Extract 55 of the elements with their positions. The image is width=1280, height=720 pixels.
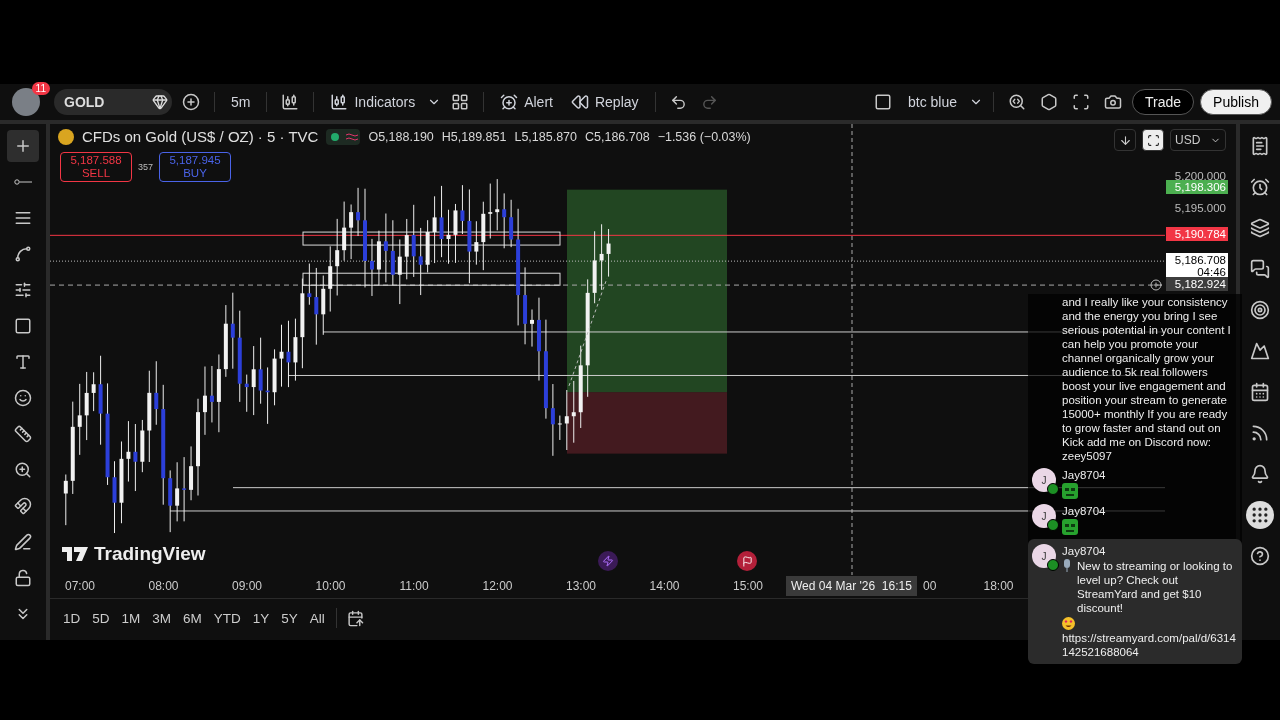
price-change: −1.536 (−0.03%): [657, 129, 751, 144]
user-avatar: J: [1032, 468, 1056, 492]
buy-button[interactable]: 5,187.945 BUY: [159, 152, 232, 182]
symbol-field[interactable]: GOLD: [54, 89, 172, 115]
price-label: 5,190.784: [1166, 227, 1228, 242]
chat-username: Jay8704: [1062, 544, 1107, 558]
chat-message: and I really like your consistency and the energy you bring I see serious potential in your content I can help you promote your channel organically grow your audience to 5k real followers boost your live engagement and position your stream to generate 15000+ monthly If you are ready to grow faster and stand out on Kick add me on Discord now: zeey5097: [1062, 295, 1232, 463]
time-label: 10:00: [314, 579, 347, 593]
time-label: 12:00: [481, 579, 514, 593]
time-label: 18:00: [982, 579, 1015, 593]
price-label: 5,198.306: [1166, 179, 1228, 194]
range-button[interactable]: 1Y: [247, 606, 275, 630]
time-label: 13:00: [565, 579, 597, 593]
range-button[interactable]: YTD: [208, 606, 246, 630]
chat-message: New to streaming or looking to level up? Check out StreamYard and get $10 discount!: [1077, 559, 1234, 615]
interval-button[interactable]: 5m: [225, 90, 257, 114]
currency-select[interactable]: USD: [1170, 129, 1226, 151]
time-label: 14:00: [648, 579, 681, 593]
time-label: 09:00: [231, 579, 263, 593]
notification-badge: 11: [31, 82, 50, 95]
range-button[interactable]: 5D: [87, 606, 115, 630]
user-avatar: J: [1032, 544, 1056, 568]
trade-button[interactable]: Trade: [1132, 89, 1195, 115]
time-label: 08:00: [147, 579, 180, 593]
range-button[interactable]: All: [304, 606, 330, 630]
symbol-title: CFDs on Gold (US$ / OZ) · 5 · TVC: [82, 128, 319, 145]
time-label: 07:00: [64, 579, 96, 593]
sell-button[interactable]: 5,187.588 SELL: [60, 152, 132, 182]
ohlc-value: O5,188.190: [368, 129, 434, 144]
price-label: 5,186.708 04:46: [1166, 253, 1228, 280]
layout-name-button[interactable]: btc blue: [901, 90, 963, 114]
chat-username: Jay8704: [1062, 468, 1107, 482]
time-label: 11:00: [398, 579, 430, 593]
toolbar-button[interactable]: Indicators: [324, 89, 422, 115]
price-label: 5,182.924: [1166, 277, 1228, 292]
url-text[interactable]: https://streamyard.com/pal/d/6314142521688064: [1062, 631, 1238, 659]
brand-name: TradingView: [94, 543, 206, 565]
range-button[interactable]: 6M: [178, 606, 207, 630]
range-button[interactable]: 1M: [116, 606, 146, 630]
time-label: 00: [923, 579, 937, 593]
toolbar-button[interactable]: Replay: [564, 89, 645, 115]
toolbar-button[interactable]: Alert: [494, 89, 559, 115]
spread-value: 357: [138, 162, 154, 172]
ohlc-value: L5,185.870: [514, 129, 577, 144]
range-button[interactable]: 5Y: [276, 606, 303, 630]
price-label: 5,195.000: [1173, 200, 1227, 215]
time-label: 15:00: [732, 579, 764, 593]
range-button[interactable]: 1D: [58, 606, 86, 630]
chat-username: Jay8704: [1062, 504, 1107, 518]
publish-button[interactable]: Publish: [1200, 89, 1272, 115]
crosshair-time-label: Wed 04 Mar '26 16:15: [786, 576, 917, 596]
ohlc-value: H5,189.851: [441, 129, 507, 144]
range-button[interactable]: 3M: [147, 606, 177, 630]
ohlc-value: C5,186.708: [585, 129, 650, 144]
user-avatar: J: [1032, 504, 1056, 528]
